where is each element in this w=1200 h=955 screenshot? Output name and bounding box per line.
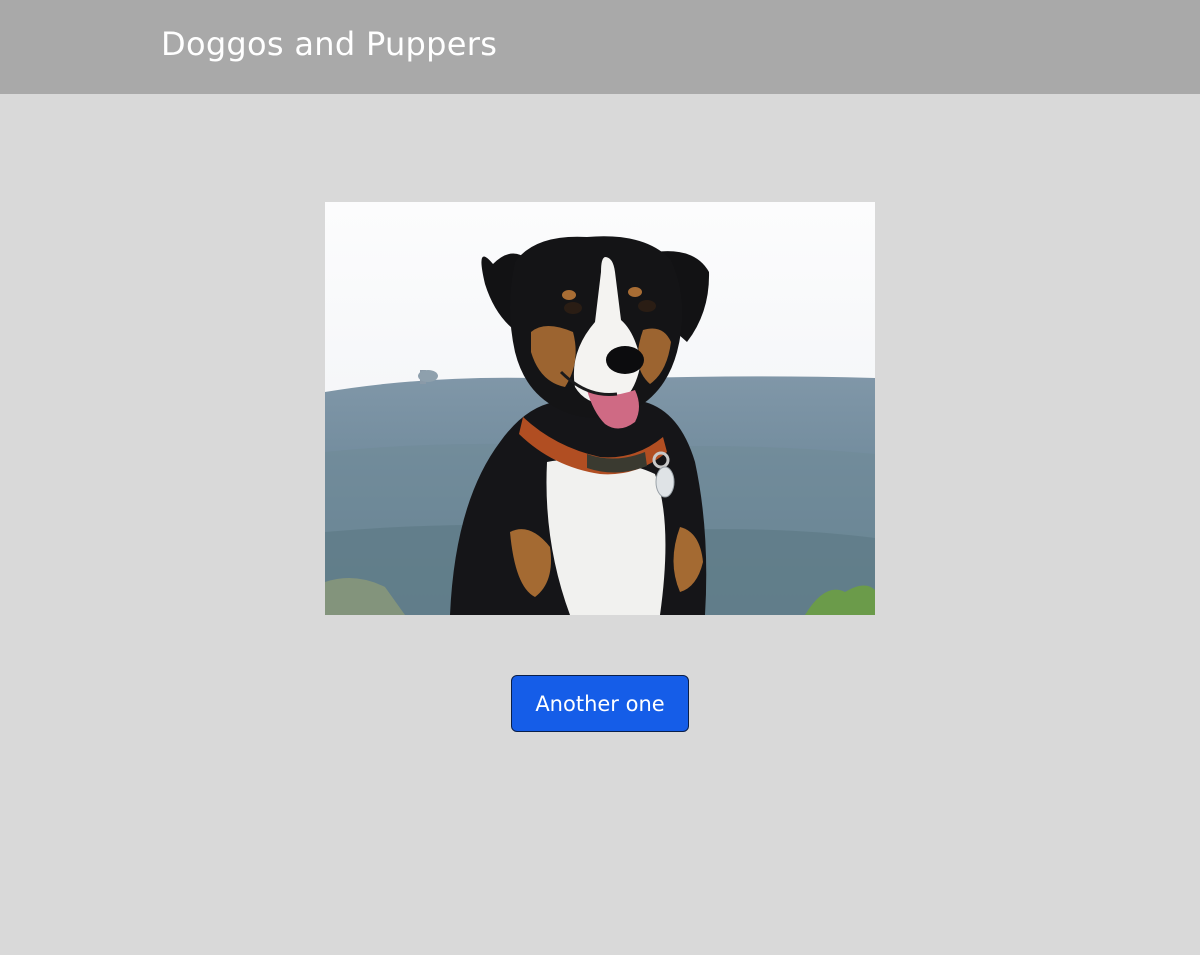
site-header: Doggos and Puppers — [0, 0, 1200, 94]
another-one-button[interactable]: Another one — [511, 675, 689, 732]
dog-photo — [325, 202, 875, 615]
site-title: Doggos and Puppers — [161, 25, 498, 63]
